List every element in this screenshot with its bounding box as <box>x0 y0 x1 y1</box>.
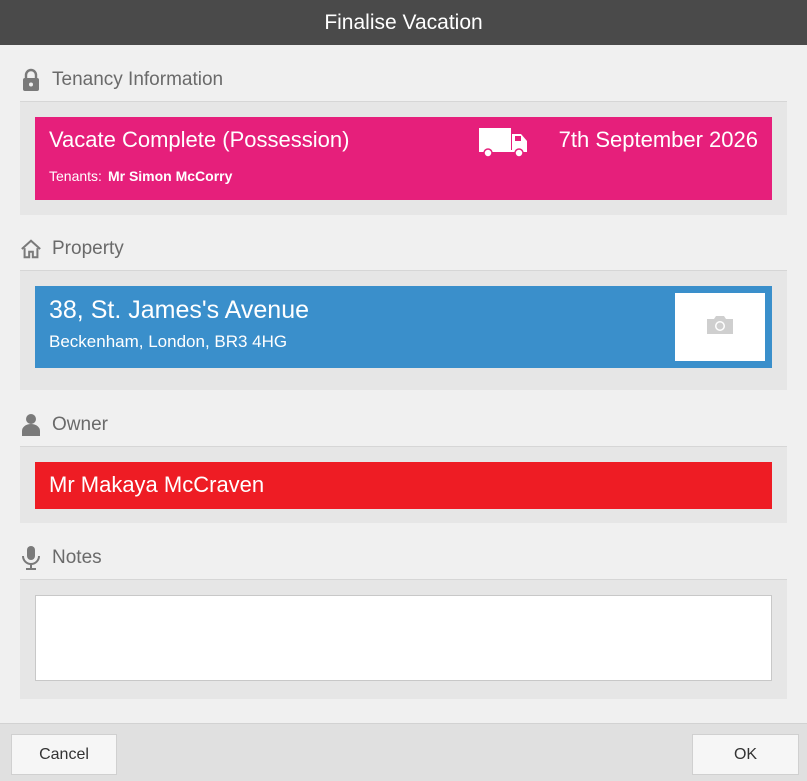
truck-icon <box>479 128 529 158</box>
tenants-value: Mr Simon McCorry <box>107 168 233 184</box>
ok-button[interactable]: OK <box>692 734 799 775</box>
window-title: Finalise Vacation <box>324 10 483 34</box>
dialog-footer: Cancel OK <box>0 723 807 781</box>
property-photo-button[interactable] <box>675 293 765 361</box>
owner-section-header: Owner <box>20 413 108 437</box>
owner-card[interactable]: Mr Makaya McCraven <box>35 462 772 509</box>
tenancy-section-header: Tenancy Information <box>20 68 223 92</box>
tenancy-section-title: Tenancy Information <box>52 69 224 90</box>
tenancy-card[interactable]: Vacate Complete (Possession) 7th Septemb… <box>35 117 772 200</box>
property-address-line2: Beckenham, London, BR3 4HG <box>49 332 288 351</box>
tenancy-status: Vacate Complete (Possession) <box>49 127 350 152</box>
property-address-line1: 38, St. James's Avenue <box>49 296 310 324</box>
property-card[interactable]: 38, St. James's Avenue Beckenham, London… <box>35 286 772 368</box>
notes-section-header: Notes <box>20 546 102 570</box>
home-icon <box>20 237 42 261</box>
owner-section-title: Owner <box>52 414 108 435</box>
window-titlebar: Finalise Vacation <box>0 0 807 45</box>
notes-textarea[interactable] <box>35 595 772 681</box>
tenancy-date: 7th September 2026 <box>558 127 758 152</box>
cancel-button[interactable]: Cancel <box>11 734 117 775</box>
notes-section-title: Notes <box>52 547 102 568</box>
property-section-title: Property <box>52 238 124 259</box>
tenants-row: Tenants: Mr Simon McCorry <box>49 168 232 184</box>
property-section-header: Property <box>20 237 124 261</box>
lock-icon <box>20 68 42 92</box>
person-icon <box>20 413 42 437</box>
microphone-icon <box>20 546 42 570</box>
tenants-label: Tenants: <box>49 168 102 184</box>
owner-name: Mr Makaya McCraven <box>49 472 265 497</box>
camera-icon <box>705 314 735 341</box>
